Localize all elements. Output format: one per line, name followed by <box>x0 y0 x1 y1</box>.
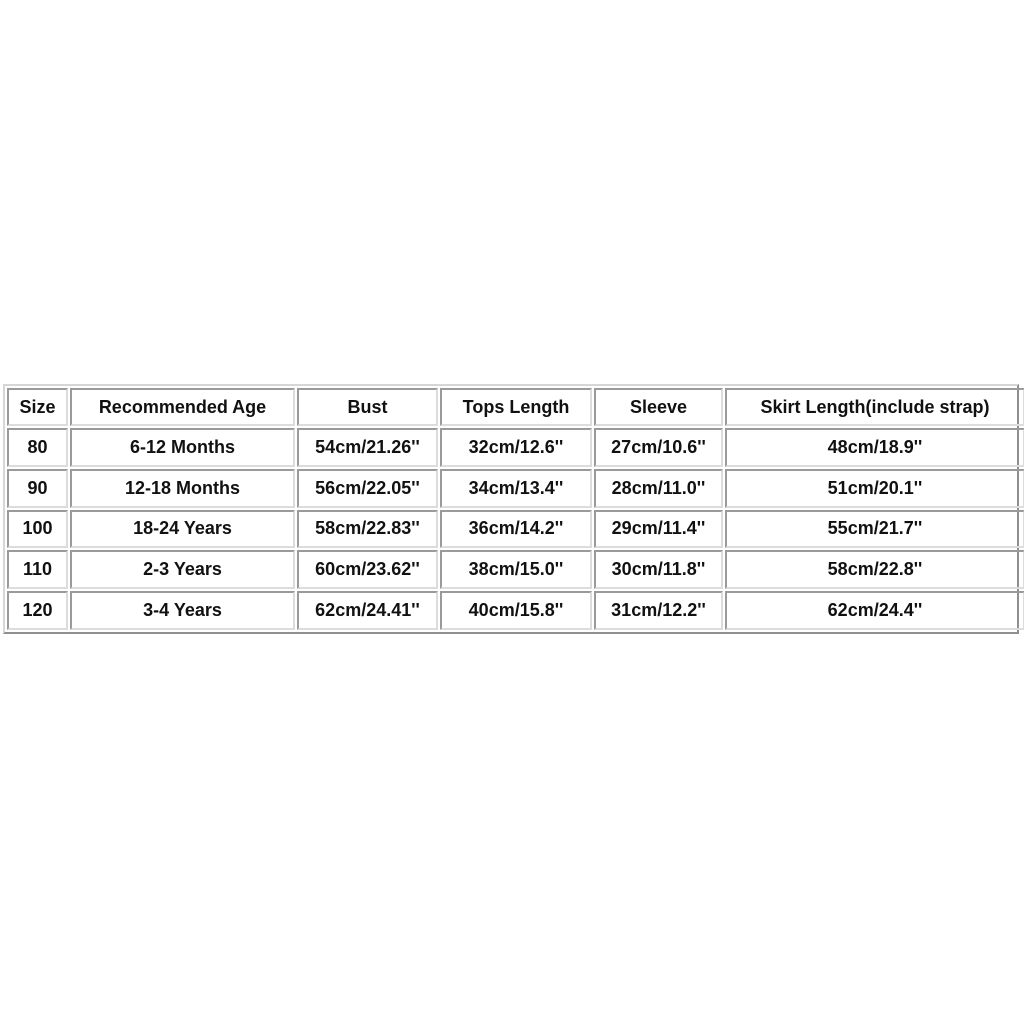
size-chart-container: Size Recommended Age Bust Tops Length Sl… <box>3 384 1024 634</box>
cell-recommended-age: 12-18 Months <box>70 468 295 508</box>
table-row: 80 6-12 Months 54cm/21.26'' 32cm/12.6'' … <box>7 428 1024 467</box>
cell-skirt-length: 51cm/20.1'' <box>725 468 1024 508</box>
cell-skirt-length: 48cm/18.9'' <box>725 428 1024 467</box>
table-row: 110 2-3 Years 60cm/23.62'' 38cm/15.0'' 3… <box>7 550 1024 590</box>
cell-sleeve: 28cm/11.0'' <box>594 468 723 508</box>
header-tops-length: Tops Length <box>440 388 592 426</box>
header-sleeve: Sleeve <box>594 388 723 426</box>
header-size: Size <box>7 388 68 426</box>
cell-size: 120 <box>7 591 68 630</box>
header-bust: Bust <box>297 388 438 426</box>
cell-size: 90 <box>7 468 68 508</box>
cell-size: 110 <box>7 550 68 590</box>
cell-tops-length: 40cm/15.8'' <box>440 591 592 630</box>
table-row: 100 18-24 Years 58cm/22.83'' 36cm/14.2''… <box>7 509 1024 549</box>
header-row: Size Recommended Age Bust Tops Length Sl… <box>7 388 1024 426</box>
cell-skirt-length: 58cm/22.8'' <box>725 550 1024 590</box>
cell-skirt-length: 62cm/24.4'' <box>725 591 1024 630</box>
cell-sleeve: 29cm/11.4'' <box>594 509 723 549</box>
cell-recommended-age: 6-12 Months <box>70 428 295 467</box>
cell-bust: 56cm/22.05'' <box>297 468 438 508</box>
cell-recommended-age: 18-24 Years <box>70 509 295 549</box>
cell-bust: 58cm/22.83'' <box>297 509 438 549</box>
cell-size: 80 <box>7 428 68 467</box>
size-chart-table: Size Recommended Age Bust Tops Length Sl… <box>5 386 1024 632</box>
cell-tops-length: 38cm/15.0'' <box>440 550 592 590</box>
cell-tops-length: 34cm/13.4'' <box>440 468 592 508</box>
cell-skirt-length: 55cm/21.7'' <box>725 509 1024 549</box>
cell-sleeve: 30cm/11.8'' <box>594 550 723 590</box>
cell-recommended-age: 2-3 Years <box>70 550 295 590</box>
table-row: 120 3-4 Years 62cm/24.41'' 40cm/15.8'' 3… <box>7 591 1024 630</box>
cell-sleeve: 31cm/12.2'' <box>594 591 723 630</box>
cell-sleeve: 27cm/10.6'' <box>594 428 723 467</box>
header-skirt-length: Skirt Length(include strap) <box>725 388 1024 426</box>
cell-tops-length: 36cm/14.2'' <box>440 509 592 549</box>
table-row: 90 12-18 Months 56cm/22.05'' 34cm/13.4''… <box>7 468 1024 508</box>
cell-tops-length: 32cm/12.6'' <box>440 428 592 467</box>
cell-bust: 54cm/21.26'' <box>297 428 438 467</box>
cell-bust: 60cm/23.62'' <box>297 550 438 590</box>
cell-bust: 62cm/24.41'' <box>297 591 438 630</box>
header-recommended-age: Recommended Age <box>70 388 295 426</box>
cell-recommended-age: 3-4 Years <box>70 591 295 630</box>
cell-size: 100 <box>7 509 68 549</box>
